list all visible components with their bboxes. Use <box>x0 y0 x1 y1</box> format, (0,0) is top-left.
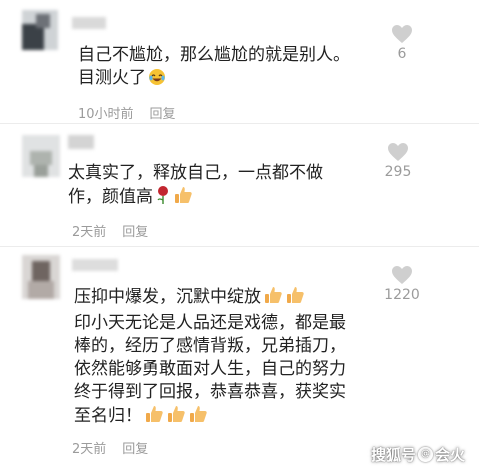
like-count: 6 <box>397 46 407 62</box>
thumbs-up-emoji-icon <box>144 404 164 431</box>
sohu-watermark: 搜狐号 @ 会火 <box>371 444 465 465</box>
like-count: 295 <box>384 164 412 180</box>
comment-meta: 2天前 回复 <box>72 438 148 457</box>
avatar[interactable] <box>22 135 60 177</box>
username[interactable] <box>68 133 94 151</box>
avatar[interactable] <box>22 255 60 299</box>
avatar[interactable] <box>22 10 58 50</box>
like-button[interactable]: 1220 <box>372 265 432 303</box>
watermark-author: 会火 <box>434 446 465 464</box>
like-button[interactable]: 295 <box>368 142 428 180</box>
username[interactable] <box>72 257 118 273</box>
thumbs-up-emoji-icon <box>188 404 208 431</box>
like-button[interactable]: 6 <box>372 24 432 62</box>
laughing-crying-emoji-icon <box>148 68 166 93</box>
comment-text: 太真实了，释放自己，一点都不做 作，颜值高 <box>68 162 388 212</box>
like-count: 1220 <box>384 287 420 303</box>
reply-button[interactable]: 回复 <box>150 103 176 122</box>
heart-icon <box>388 143 408 161</box>
thumbs-up-emoji-icon <box>166 404 186 431</box>
comment-text: 自己不尴尬，那么尴尬的就是别人。 目测火了 <box>78 44 388 93</box>
username[interactable] <box>72 15 106 31</box>
rose-emoji-icon <box>155 185 171 212</box>
comment-time: 2天前 <box>72 442 107 457</box>
heart-icon <box>392 25 412 43</box>
thumbs-up-emoji-icon <box>173 185 193 212</box>
comment-item: 压抑中爆发，沉默中绽放 印小天无论是人品还是戏德，都是最 棒的，经历了感情背叛，… <box>0 246 479 474</box>
comment-meta: 10小时前 回复 <box>78 103 176 122</box>
thumbs-up-emoji-icon <box>285 285 305 312</box>
comment-time: 10小时前 <box>78 107 134 122</box>
comment-time: 2天前 <box>72 225 107 240</box>
comment-text: 压抑中爆发，沉默中绽放 印小天无论是人品还是戏德，都是最 棒的，经历了感情背叛，… <box>74 285 394 431</box>
heart-icon <box>392 266 412 284</box>
reply-button[interactable]: 回复 <box>122 438 148 457</box>
reply-button[interactable]: 回复 <box>122 221 148 240</box>
thumbs-up-emoji-icon <box>263 285 283 312</box>
at-icon: @ <box>417 447 433 462</box>
comment-item: 太真实了，释放自己，一点都不做 作，颜值高 2天前 回复 295 <box>0 123 479 245</box>
comment-item: 自己不尴尬，那么尴尬的就是别人。 目测火了 10小时前 回复 6 <box>0 0 479 122</box>
comment-meta: 2天前 回复 <box>72 221 148 240</box>
watermark-brand: 搜狐号 <box>370 446 416 464</box>
